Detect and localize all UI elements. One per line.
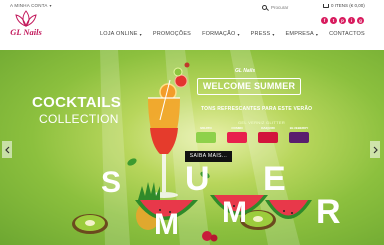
site-logo[interactable]: GL Nails <box>6 10 46 42</box>
nav-item-loja-online[interactable]: LOJA ONLINE ▾ <box>100 31 142 37</box>
google-plus-icon[interactable]: g <box>357 17 364 24</box>
nav-label: FORMAÇÃO <box>202 31 236 37</box>
facebook-icon[interactable]: f <box>321 17 328 24</box>
hero-banner: COCKTAILS COLLECTION GL Nails WELCOME SU… <box>0 50 384 245</box>
instagram-icon[interactable]: i <box>348 17 355 24</box>
swatch-label: DAIQUIRI <box>261 126 275 130</box>
chevron-down-icon: ▾ <box>315 31 319 37</box>
chevron-left-icon <box>4 146 9 153</box>
twitter-icon[interactable]: t <box>330 17 337 24</box>
carousel-prev-button[interactable] <box>2 141 12 158</box>
summer-letter-m2: M <box>222 196 247 229</box>
carousel-next-button[interactable] <box>370 141 380 158</box>
swatch-label: BLUEBERRY <box>289 126 309 130</box>
search-box[interactable] <box>262 3 310 11</box>
chevron-down-icon: ▾ <box>49 3 52 8</box>
swatch-cosmo: COSMO <box>227 126 247 143</box>
main-nav: LOJA ONLINE ▾ PROMOÇÕES FORMAÇÃO ▾ PRESS ▾ … <box>100 31 365 37</box>
hero-tagline: TONS REFRESCANTES PARA ESTE VERÃO <box>201 106 313 112</box>
swatch-blueberry: BLUEBERRY <box>289 126 309 143</box>
nav-label: CONTACTOS <box>329 31 365 37</box>
nav-label: EMPRESA <box>285 31 314 37</box>
summer-letter-s: S <box>101 166 122 199</box>
pinterest-icon[interactable]: p <box>339 17 346 24</box>
swatch-daiquiri: DAIQUIRI <box>258 126 278 143</box>
summer-letter-m1: M <box>154 208 179 241</box>
chevron-down-icon: ▾ <box>272 31 275 37</box>
swatch-label: MOJITO <box>200 126 212 130</box>
social-links: f t p i g <box>321 17 364 24</box>
nav-item-formacao[interactable]: FORMAÇÃO ▾ <box>202 31 240 37</box>
chevron-down-icon: ▾ <box>237 31 240 37</box>
account-label: A MINHA CONTA <box>10 3 48 8</box>
nav-label: LOJA ONLINE <box>100 31 138 37</box>
swatch-mojito: MOJITO <box>196 126 216 143</box>
chevron-right-icon <box>373 146 378 153</box>
swatch-label: COSMO <box>231 126 243 130</box>
search-icon[interactable] <box>262 4 267 10</box>
summer-letter-r: R <box>316 193 341 231</box>
cart-text: 0 ITENS (€ 0,00) <box>331 3 365 8</box>
nav-label: PRESS <box>250 31 271 37</box>
nav-item-empresa[interactable]: EMPRESA ▾ <box>286 31 319 37</box>
nav-item-press[interactable]: PRESS ▾ <box>251 31 275 37</box>
raspberry-icon <box>202 231 212 241</box>
my-account-menu[interactable]: A MINHA CONTA ▾ <box>10 3 52 8</box>
nav-label: PROMOÇÕES <box>152 31 192 37</box>
cart-summary[interactable]: 0 ITENS (€ 0,00) <box>323 3 365 8</box>
search-input[interactable] <box>271 4 309 10</box>
welcome-summer-title: WELCOME SUMMER <box>197 78 301 95</box>
mint-leaf-icon <box>127 158 137 166</box>
nav-item-contactos[interactable]: CONTACTOS <box>329 31 365 37</box>
color-swatches: MOJITO COSMO DAIQUIRI BLUEBERRY <box>196 126 309 143</box>
top-utility-bar: A MINHA CONTA▾ 0 ITENS (€ 0,00) <box>0 0 384 14</box>
lotus-icon <box>15 10 37 27</box>
summer-letter-u: U <box>185 160 210 198</box>
collection-title: COLLECTION <box>39 112 119 126</box>
cocktails-title: COCKTAILS <box>32 94 122 111</box>
nav-item-promocoes[interactable]: PROMOÇÕES <box>153 31 191 37</box>
hero-brand-label: GL Nails <box>235 68 256 74</box>
grapefruit-slice-icon <box>174 74 188 88</box>
gel-glitter-label: GEL VERNIZ GLITTER <box>238 120 286 125</box>
logo-text: GL Nails <box>10 27 42 37</box>
chevron-down-icon: ▾ <box>139 31 142 37</box>
cart-icon <box>323 3 329 8</box>
summer-letter-e: E <box>263 160 286 198</box>
